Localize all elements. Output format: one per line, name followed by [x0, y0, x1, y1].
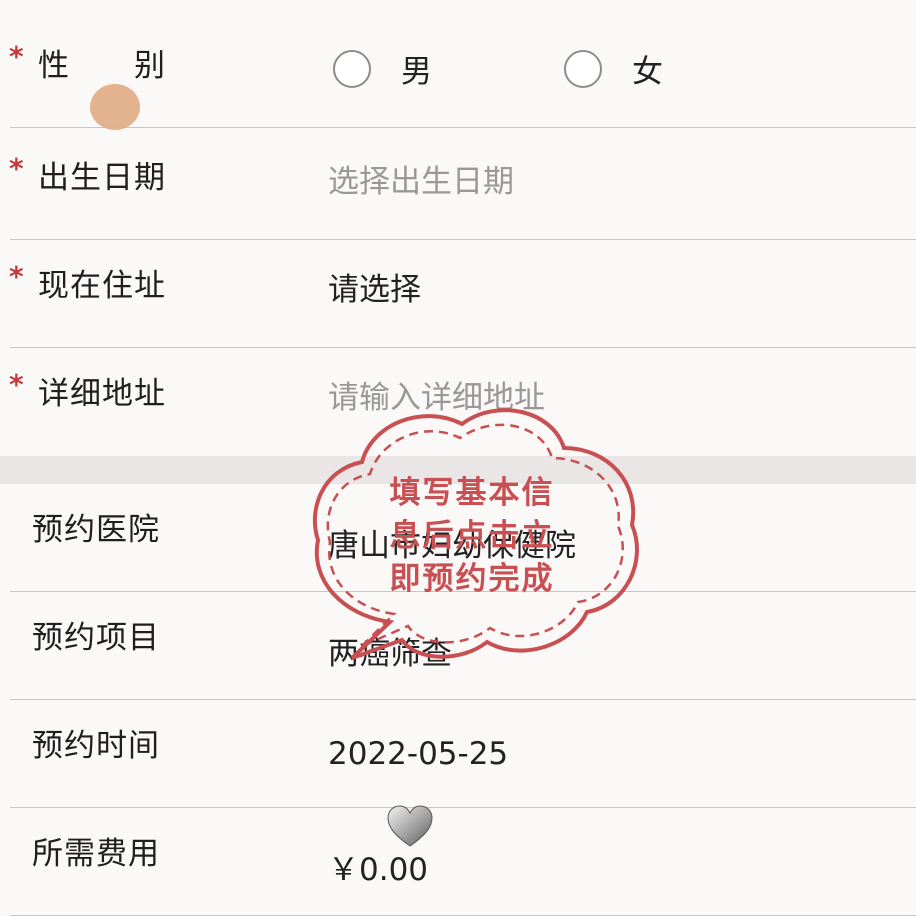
- project-row: 预约项目 两癌筛查: [0, 592, 916, 700]
- project-value: 两癌筛查: [328, 636, 452, 672]
- hospital-value: 唐山市妇幼保健院: [328, 528, 576, 564]
- time-value: 2022-05-25: [328, 736, 509, 772]
- birth-date-picker[interactable]: 选择出生日期: [328, 156, 514, 201]
- sticker-blob: [90, 84, 140, 130]
- divider: [10, 127, 916, 128]
- gender-option-label: 男: [401, 54, 432, 90]
- heart-sticker-icon: [387, 805, 433, 847]
- radio-circle-icon[interactable]: [333, 49, 371, 88]
- gender-option-female[interactable]: 女: [564, 46, 663, 91]
- detail-address-label: 详细地址: [38, 376, 166, 412]
- required-mark: *: [9, 368, 24, 401]
- required-mark: *: [9, 40, 24, 73]
- fee-label: 所需费用: [32, 836, 160, 872]
- detail-address-input[interactable]: 请输入详细地址: [328, 372, 545, 417]
- fee-value: ￥0.00: [328, 852, 429, 888]
- hospital-label: 预约医院: [32, 512, 160, 548]
- fee-row: 所需费用 ￥0.00: [0, 808, 916, 916]
- birth-date-row[interactable]: * 出生日期 选择出生日期: [0, 132, 916, 240]
- gender-label: 性 别: [38, 48, 166, 84]
- gender-option-label: 女: [632, 54, 663, 90]
- detail-address-row[interactable]: * 详细地址 请输入详细地址: [0, 348, 916, 456]
- radio-circle-icon[interactable]: [564, 49, 602, 88]
- required-mark: *: [9, 152, 24, 185]
- gender-option-male[interactable]: 男: [333, 46, 432, 91]
- birth-date-label: 出生日期: [38, 160, 166, 196]
- appointment-form: * 性 别 男 女 * 出生日期 选择出生日期 * 现在住址 请选择 * 详细地…: [0, 0, 916, 916]
- time-label: 预约时间: [32, 728, 160, 764]
- section-gap: [0, 456, 916, 484]
- time-row: 预约时间 2022-05-25: [0, 700, 916, 808]
- required-mark: *: [9, 260, 24, 293]
- current-address-row[interactable]: * 现在住址 请选择: [0, 240, 916, 348]
- current-address-select[interactable]: 请选择: [328, 264, 421, 309]
- current-address-label: 现在住址: [38, 268, 166, 304]
- hospital-row: 预约医院 唐山市妇幼保健院: [0, 484, 916, 592]
- project-label: 预约项目: [32, 620, 160, 656]
